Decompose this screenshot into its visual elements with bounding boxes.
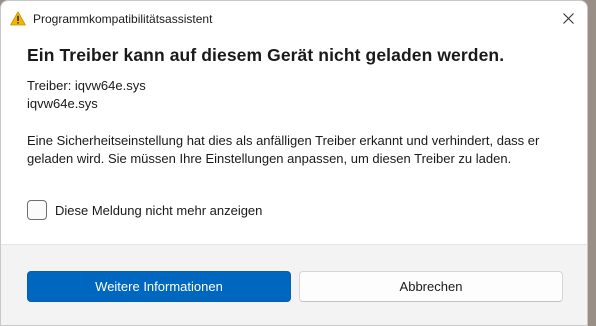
driver-file-line: iqvw64e.sys	[27, 96, 98, 111]
window-title: Programmkompatibilitätsassistent	[33, 12, 213, 26]
warning-icon	[10, 11, 26, 26]
close-icon	[562, 12, 574, 24]
dont-show-again-option[interactable]: Diese Meldung nicht mehr anzeigen	[27, 200, 262, 220]
cancel-button[interactable]: Abbrechen	[299, 271, 563, 302]
dialog-heading: Ein Treiber kann auf diesem Gerät nicht …	[27, 45, 505, 65]
more-info-button[interactable]: Weitere Informationen	[27, 271, 291, 302]
dialog-message: Eine Sicherheitseinstellung hat dies als…	[27, 133, 540, 166]
driver-name-line: Treiber: iqvw64e.sys	[27, 78, 146, 93]
dont-show-again-checkbox[interactable]	[27, 200, 47, 220]
dont-show-again-label[interactable]: Diese Meldung nicht mehr anzeigen	[55, 203, 262, 218]
title-bar: Programmkompatibilitätsassistent	[1, 1, 587, 35]
close-button[interactable]	[555, 5, 581, 31]
dialog-window: Programmkompatibilitätsassistent Ein Tre…	[0, 0, 588, 326]
